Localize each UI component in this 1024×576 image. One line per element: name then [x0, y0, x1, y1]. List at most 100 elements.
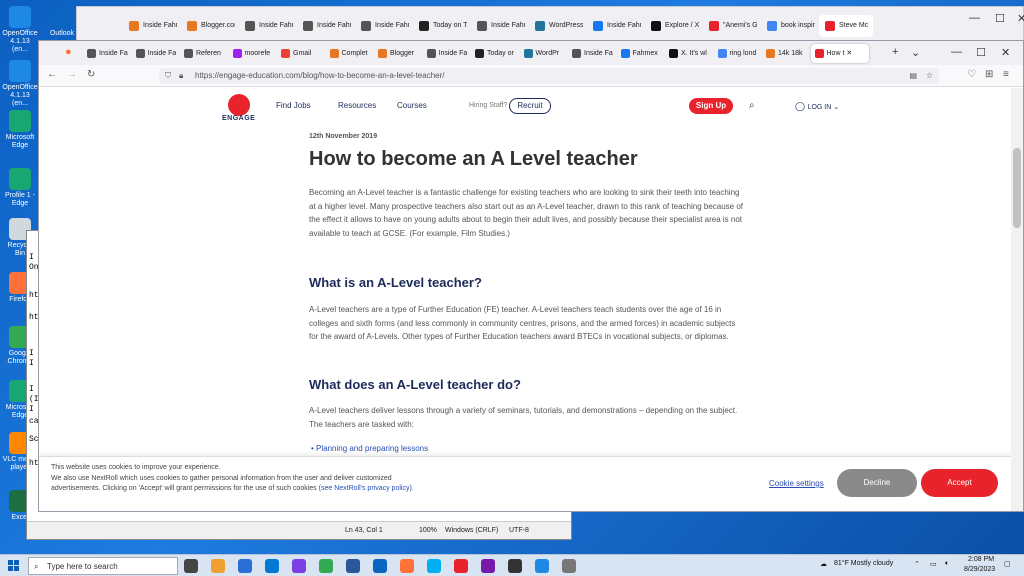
browser-tab[interactable]: Blogger.com	[181, 15, 235, 37]
bookmark-star-icon[interactable]: ☆	[926, 68, 933, 84]
desktop-icon[interactable]: OpenOffice 4.1.13 (en...	[2, 60, 38, 108]
url-bar[interactable]: ⛉ 🔒︎ https://engage-education.com/blog/h…	[159, 68, 939, 84]
reload-icon[interactable]: ↻	[87, 69, 95, 80]
browser-tab[interactable]: Inside Fa	[423, 44, 469, 63]
weather-icon[interactable]: ☁	[820, 560, 827, 568]
taskbar-app-icon[interactable]	[238, 559, 252, 573]
browser-tab[interactable]: Inside Fa	[83, 44, 129, 63]
forward-icon[interactable]: →	[67, 69, 77, 80]
recruit-button[interactable]: Recruit	[509, 98, 551, 114]
taskbar-app-icon[interactable]	[535, 559, 549, 573]
browser-tab[interactable]: Today on Tu	[413, 15, 467, 37]
clock-date[interactable]: 8/29/2023	[964, 566, 995, 573]
taskbar-app-icon[interactable]	[265, 559, 279, 573]
tab-label: Inside Fa	[584, 50, 613, 57]
browser-tab[interactable]: Inside Fahm	[123, 15, 177, 37]
minimize-icon[interactable]: —	[951, 46, 962, 58]
browser-tab[interactable]: Referen	[180, 44, 226, 63]
browser-tab[interactable]: Inside Fa	[568, 44, 614, 63]
reader-view-icon[interactable]: ▤	[909, 68, 917, 84]
taskbar-app-icon[interactable]	[454, 559, 468, 573]
browser-tab[interactable]: Gmail	[277, 44, 323, 63]
browser-tab[interactable]: WordPr	[520, 44, 566, 63]
app-menu-icon[interactable]: ≡	[1003, 69, 1009, 80]
network-icon[interactable]: ▭	[930, 560, 937, 568]
taskbar-app-icon[interactable]	[400, 559, 414, 573]
taskbar-app-icon[interactable]	[508, 559, 522, 573]
page-scrollbar[interactable]	[1011, 88, 1023, 511]
tab-list-icon[interactable]: ⌄	[911, 46, 920, 59]
new-tab-icon[interactable]: +	[892, 46, 898, 58]
extensions-icon[interactable]: ⊞	[985, 69, 993, 80]
accept-button[interactable]: Accept	[921, 469, 998, 497]
taskbar-app-icon[interactable]	[319, 559, 333, 573]
notepad-line: I	[29, 349, 34, 358]
engage-logo[interactable]: ENGAGE	[222, 94, 262, 122]
firefox-menu-icon[interactable]: ●	[65, 46, 72, 58]
privacy-policy-link[interactable]: (see NextRoll's privacy policy).	[319, 485, 414, 492]
nav-find-jobs[interactable]: Find Jobs	[276, 101, 311, 110]
maximize-icon[interactable]: ☐	[995, 12, 1005, 25]
taskbar-app-icon[interactable]	[292, 559, 306, 573]
browser-tab[interactable]: WordPress.c	[529, 15, 583, 37]
browser-tab[interactable]: Blogger	[374, 44, 420, 63]
list-item[interactable]: • Planning and preparing lessons	[311, 444, 428, 453]
taskbar-app-icon[interactable]	[184, 559, 198, 573]
close-icon[interactable]: ✕	[1017, 12, 1024, 25]
browser-tab[interactable]: Inside Fahmex	[355, 15, 409, 37]
close-icon[interactable]: ✕	[1001, 46, 1010, 59]
browser-tab[interactable]: Steve Mc	[819, 15, 873, 37]
browser-tab[interactable]: Fahmex	[617, 44, 663, 63]
browser-tab[interactable]: Today or	[471, 44, 517, 63]
browser-tab[interactable]: Explore / X	[645, 15, 699, 37]
taskbar-app-icon[interactable]	[481, 559, 495, 573]
browser-window[interactable]: ● Inside Fa Inside Fa Referen moorefe Gmail C…	[38, 40, 1024, 512]
minimize-icon[interactable]: —	[969, 12, 980, 24]
taskbar-app-icon[interactable]	[211, 559, 225, 573]
desktop-icon-outlook[interactable]: Outlook	[44, 6, 80, 38]
notepad-line: I	[29, 385, 34, 394]
browser-tab[interactable]: X. It's wl	[665, 44, 711, 63]
close-tab-icon[interactable]: ✕	[844, 50, 852, 57]
desktop-icon[interactable]: Microsoft Edge	[2, 110, 38, 150]
nav-resources[interactable]: Resources	[338, 101, 376, 110]
desktop-icon[interactable]: OpenOffice 4.1.13 (en...	[2, 6, 38, 54]
taskbar-search[interactable]: ⌕ Type here to search	[28, 557, 178, 575]
browser-tab[interactable]: 14k 18k	[762, 44, 808, 63]
taskbar-app-icon[interactable]	[373, 559, 387, 573]
maximize-icon[interactable]: ☐	[976, 46, 986, 59]
browser-tab[interactable]: "Anemi's G	[703, 15, 757, 37]
list-item-text[interactable]: Planning and preparing lessons	[316, 444, 428, 453]
back-browser-window[interactable]: Inside Fahm Blogger.com Inside Fahm Inside …	[76, 6, 1024, 42]
scroll-thumb[interactable]	[1013, 148, 1021, 228]
sign-up-button[interactable]: Sign Up	[689, 98, 733, 114]
browser-tab[interactable]: Inside Fahm	[239, 15, 293, 37]
weather-text[interactable]: 81°F Mostly cloudy	[834, 560, 893, 567]
nav-courses[interactable]: Courses	[397, 101, 427, 110]
back-icon[interactable]: ←	[47, 69, 57, 80]
browser-tab[interactable]: book inspir	[761, 15, 815, 37]
browser-tab[interactable]: moorefe	[229, 44, 275, 63]
taskbar-app-icon[interactable]	[346, 559, 360, 573]
browser-tab[interactable]: ring lond	[714, 44, 760, 63]
browser-tab[interactable]: Inside Fahm	[587, 15, 641, 37]
volume-icon[interactable]: 🔈︎	[945, 560, 949, 568]
start-button[interactable]	[8, 560, 20, 572]
tab-favicon	[593, 21, 603, 31]
search-icon[interactable]: ⌕	[749, 100, 755, 111]
desktop-icon[interactable]: Profile 1 - Edge	[2, 168, 38, 208]
decline-button[interactable]: Decline	[837, 469, 917, 497]
pocket-icon[interactable]: ♡	[967, 69, 976, 80]
browser-tab-active[interactable]: How t ✕	[810, 44, 869, 63]
browser-tab[interactable]: Inside Fa	[132, 44, 178, 63]
tray-chevron-icon[interactable]: ⌃	[914, 560, 920, 568]
taskbar-app-icon[interactable]	[427, 559, 441, 573]
notifications-icon[interactable]: ▢	[1004, 560, 1011, 568]
browser-tab[interactable]: Complet	[326, 44, 372, 63]
browser-tab[interactable]: Inside Fahm	[297, 15, 351, 37]
login-button[interactable]: ◯ LOG IN ⌄	[795, 101, 839, 112]
browser-tab[interactable]: Inside Fahm	[471, 15, 525, 37]
clock-time[interactable]: 2:08 PM	[968, 556, 994, 563]
cookie-settings-link[interactable]: Cookie settings	[769, 479, 824, 488]
taskbar-app-icon[interactable]	[562, 559, 576, 573]
